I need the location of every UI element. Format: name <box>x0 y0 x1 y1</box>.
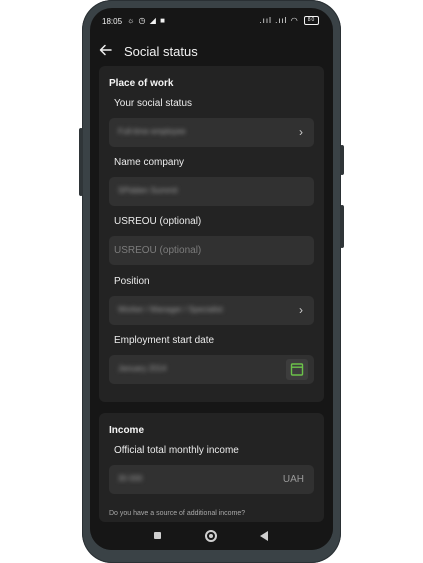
position-value: Worker / Manager / Specialist <box>118 305 223 314</box>
phone-screen: 18:05 ☼ ◷ ◢ ■ .ııl .ııl ◠ 80 Social stat… <box>90 8 333 550</box>
usreou-placeholder: USREOU (optional) <box>114 245 202 256</box>
position-label: Position <box>114 276 150 287</box>
section-title-place-of-work: Place of work <box>109 78 174 89</box>
calendar-icon-glyph <box>290 363 304 376</box>
arrow-left-icon[interactable] <box>99 43 115 59</box>
income-card: Income Official total monthly income 30 … <box>99 413 324 522</box>
phone-left-button <box>79 128 83 196</box>
phone-right-button-top <box>340 145 344 175</box>
signal-wifi-icons: .ııl .ııl ◠ <box>259 16 299 25</box>
additional-income-question: Do you have a source of additional incom… <box>109 510 246 517</box>
chevron-right-icon: › <box>299 303 303 317</box>
system-nav-bar <box>90 522 333 550</box>
monthly-income-label: Official total monthly income <box>114 445 239 456</box>
social-status-select[interactable]: Full-time employee › <box>109 118 314 147</box>
company-input[interactable]: SPidden Summit <box>109 177 314 206</box>
start-date-input[interactable]: January 2014 <box>109 355 314 384</box>
social-status-label: Your social status <box>114 98 193 109</box>
battery-icon: 80 <box>304 16 319 26</box>
nav-back-icon[interactable] <box>260 531 268 541</box>
home-icon[interactable] <box>205 530 217 542</box>
phone-right-button-bottom <box>340 205 344 248</box>
chevron-right-icon: › <box>299 125 303 139</box>
usreou-label: USREOU (optional) <box>114 216 202 227</box>
start-date-value: January 2014 <box>118 364 167 373</box>
monthly-income-value: 30 000 <box>118 474 143 483</box>
place-of-work-card: Place of work Your social status Full-ti… <box>99 66 324 402</box>
calendar-icon[interactable] <box>286 359 308 380</box>
currency-label: UAH <box>282 474 304 485</box>
page-title: Social status <box>124 44 198 59</box>
app-bar: Social status <box>90 34 333 68</box>
position-select[interactable]: Worker / Manager / Specialist › <box>109 296 314 325</box>
monthly-income-input[interactable]: 30 000 UAH <box>109 465 314 494</box>
status-system-icons: .ııl .ııl ◠ 80 <box>259 16 319 26</box>
start-date-label: Employment start date <box>114 335 215 346</box>
arrow-left-icon-glyph <box>99 44 112 56</box>
status-notification-icons: ☼ ◷ ◢ ■ <box>127 16 166 25</box>
company-value: SPidden Summit <box>118 186 178 195</box>
usreou-input[interactable]: USREOU (optional) <box>109 236 314 265</box>
company-label: Name company <box>114 157 185 168</box>
social-status-value: Full-time employee <box>118 127 186 136</box>
recent-apps-icon[interactable] <box>154 532 161 539</box>
status-bar: 18:05 ☼ ◷ ◢ ■ .ııl .ııl ◠ 80 <box>90 8 333 34</box>
section-title-income: Income <box>109 425 145 436</box>
status-time: 18:05 <box>102 17 123 26</box>
